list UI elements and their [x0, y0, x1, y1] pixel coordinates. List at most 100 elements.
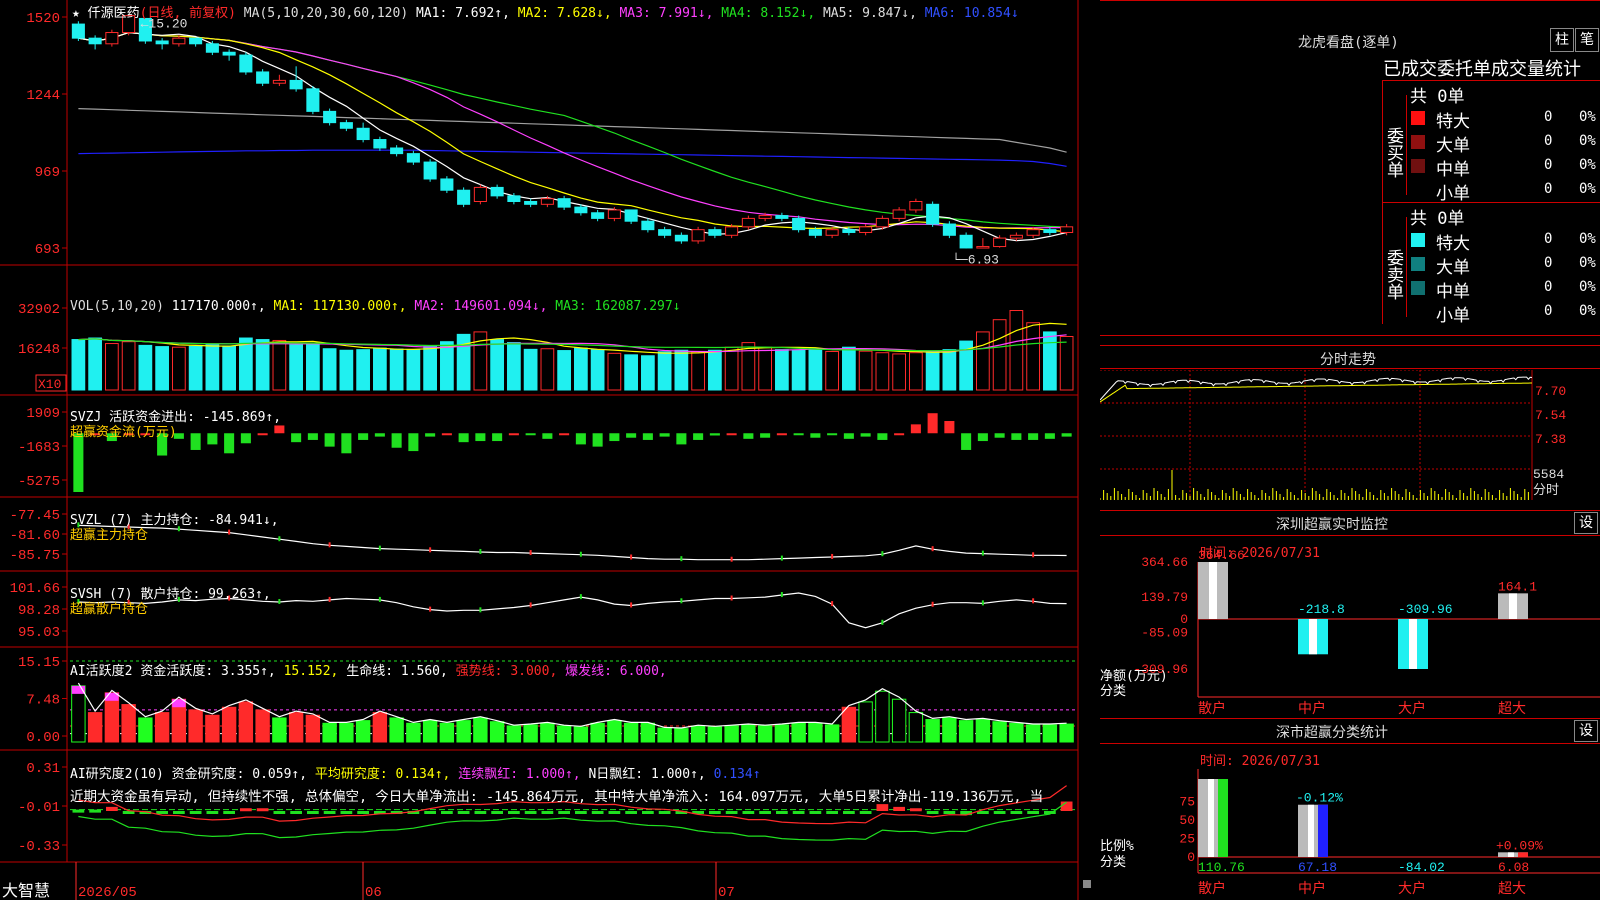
activity-bar	[473, 717, 488, 743]
classify-pct-label: +0.09%	[1496, 838, 1543, 853]
candle-body	[390, 147, 404, 155]
buy-row[interactable]: 小单 0 0%	[1409, 178, 1600, 204]
intraday-y-tick: 7.70	[1535, 384, 1566, 399]
research-bar	[223, 811, 235, 814]
activity-bar	[523, 724, 538, 743]
candle-body	[725, 226, 739, 236]
research-bar	[206, 811, 219, 814]
activity-bar	[87, 712, 103, 743]
candle-body	[591, 212, 605, 219]
fund-flow-bar	[743, 433, 754, 439]
fund-flow-bar	[224, 433, 235, 454]
svsh-marker	[931, 601, 934, 607]
volume-bar	[724, 346, 739, 391]
activity-bar	[607, 720, 622, 743]
svsh-marker	[680, 598, 683, 604]
candle-body	[540, 198, 554, 205]
indicator-value-0: MA(5,10,20,30,60,120)	[243, 6, 416, 21]
research-bar	[541, 811, 554, 814]
activity-bar	[339, 722, 354, 743]
fund-flow-bar	[642, 433, 653, 440]
size-name: 特大	[1436, 234, 1470, 254]
vol-header: VOL(5,10,20) 117170.000↑, MA1: 117130.00…	[70, 299, 681, 314]
activity-bar	[590, 722, 605, 743]
fund-flow-bar	[944, 421, 955, 434]
svsh-marker	[328, 596, 331, 602]
sell-total: 共 0单	[1410, 209, 1465, 229]
size-name: 大单	[1436, 136, 1470, 156]
candle-body	[490, 186, 504, 197]
activity-bar	[355, 720, 371, 743]
fund-flow-bar	[341, 433, 352, 454]
fund-flow-bar	[291, 433, 302, 443]
adjust-mode[interactable]: (日线, 前复权)	[140, 6, 236, 21]
candle-body	[222, 51, 236, 56]
fund-flow-bar	[274, 425, 285, 434]
svsh-marker	[730, 595, 733, 601]
volume-bar	[892, 353, 906, 391]
research-bar	[943, 811, 956, 814]
indicator-value-2: MA2: 7.628↓,	[517, 6, 620, 21]
indicator-value-2: MA1: 117130.000↑,	[273, 299, 415, 314]
list-view-button[interactable]: 笔	[1575, 28, 1599, 52]
buy-row[interactable]: 特大 0 0%	[1409, 106, 1600, 132]
svzj-y-tick: -5275	[18, 474, 60, 490]
research-bar	[910, 808, 922, 812]
classify-bar	[1198, 779, 1228, 857]
buy-row[interactable]: 中单 0 0%	[1409, 154, 1600, 180]
fund-flow-bar	[257, 433, 268, 436]
activity-bar	[908, 712, 924, 743]
volume-bar	[540, 348, 555, 391]
activity-bar	[824, 724, 840, 743]
fund-flow-bar	[324, 433, 335, 447]
volume-bar	[590, 349, 605, 391]
size-count: 0	[1544, 279, 1553, 295]
candle-body	[473, 186, 487, 202]
candle-body	[256, 71, 270, 84]
svsh-marker	[630, 602, 633, 608]
research-bar	[424, 811, 436, 814]
sell-row[interactable]: 小单 0 0%	[1409, 300, 1600, 326]
indicator-value-1: 117170.000↑,	[171, 299, 274, 314]
fund-flow-bar	[860, 433, 871, 437]
monitor-bar	[1198, 562, 1228, 619]
bar-view-button[interactable]: 柱	[1550, 28, 1574, 52]
swatch-icon	[1411, 183, 1425, 197]
indicator-value-1: MA1: 7.692↑,	[415, 6, 518, 21]
indicator-value-2: 平均研究度: 0.134↑,	[314, 767, 459, 782]
research-bar	[323, 811, 336, 814]
research-bar	[843, 811, 855, 814]
classify-settings-button[interactable]: 设	[1574, 720, 1598, 742]
fund-flow-bar	[927, 413, 938, 434]
svzl-y-tick: -85.75	[10, 548, 60, 564]
volume-bar	[758, 346, 772, 391]
svsh-marker	[831, 601, 834, 607]
sell-row[interactable]: 特大 0 0%	[1409, 228, 1600, 254]
monitor-settings-button[interactable]: 设	[1574, 512, 1598, 534]
activity-bar	[707, 726, 723, 743]
svzl-marker	[780, 555, 783, 561]
sell-row[interactable]: 中单 0 0%	[1409, 276, 1600, 302]
svzl-marker	[831, 553, 834, 559]
classify-header: 深市超赢分类统计 设	[1100, 718, 1600, 744]
buy-row[interactable]: 大单 0 0%	[1409, 130, 1600, 156]
research-bar	[625, 811, 637, 814]
candle-body	[741, 217, 755, 228]
svzl-y-tick: -77.45	[10, 508, 60, 524]
classify-pct-label: -0.12%	[1296, 791, 1343, 806]
svzl-marker	[328, 542, 331, 548]
stock-name[interactable]: ★ 仟源医药	[72, 6, 140, 21]
activity-bar	[657, 727, 672, 743]
indicator-value-5: MA5: 9.847↓,	[822, 6, 925, 21]
volume-bar	[389, 348, 404, 391]
size-count: 0	[1544, 109, 1553, 125]
volume-bar	[791, 349, 806, 391]
fund-flow-bar	[207, 433, 218, 445]
volume-bar	[88, 337, 102, 391]
volume-bar	[339, 349, 354, 391]
intraday-chart[interactable]: 7.70 7.54 7.38 5584分时	[1100, 370, 1600, 508]
sell-row[interactable]: 大单 0 0%	[1409, 252, 1600, 278]
research-bar	[457, 811, 470, 814]
candle-body	[105, 32, 119, 45]
volume-bar	[440, 341, 454, 391]
